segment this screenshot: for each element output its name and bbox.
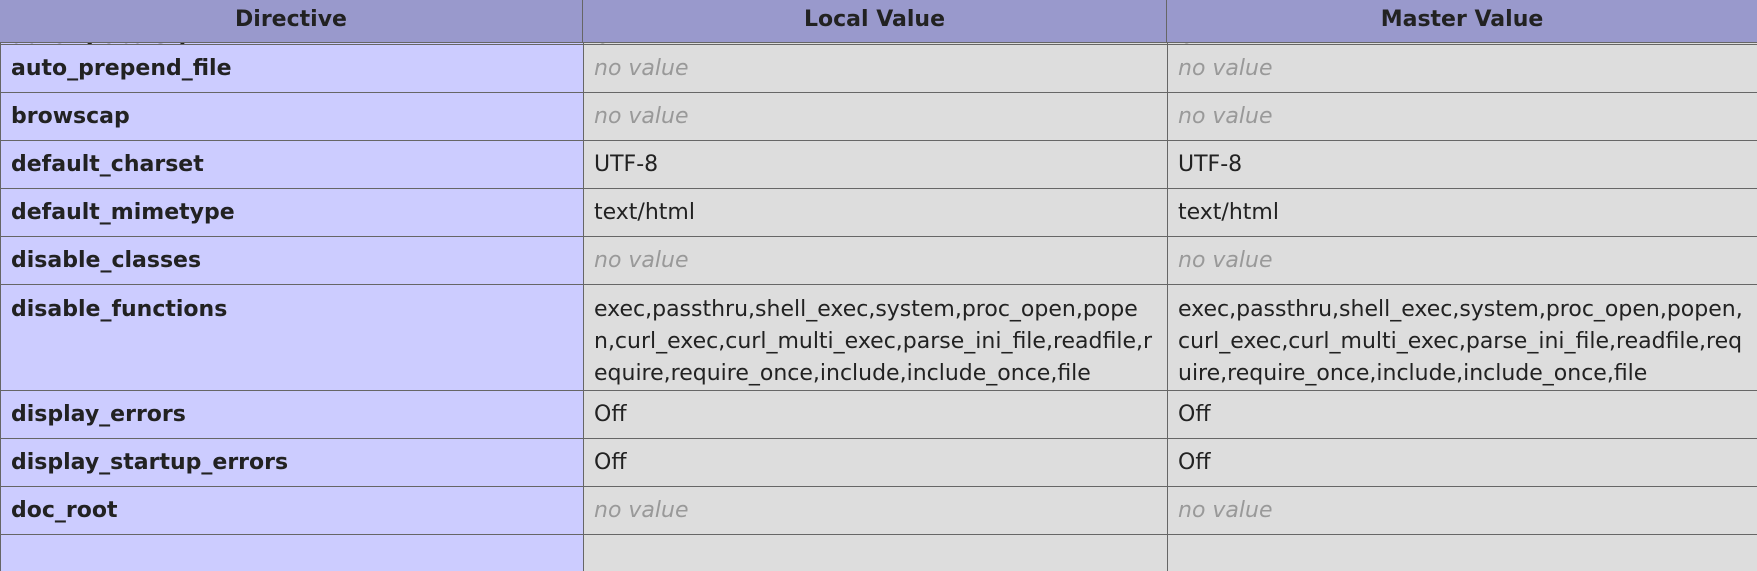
- directive-name: auto_prepend_file: [0, 44, 584, 93]
- local-value: Off: [583, 390, 1168, 439]
- table-row: [0, 534, 1757, 571]
- header-local-value: Local Value: [583, 0, 1167, 42]
- local-value: Off: [583, 438, 1168, 487]
- master-value: no value: [1167, 236, 1757, 285]
- table-row: browscap no value no value: [0, 92, 1757, 141]
- directive-name: display_errors: [0, 390, 584, 439]
- local-value: text/html: [583, 188, 1168, 237]
- table-row: disable_classes no value no value: [0, 236, 1757, 285]
- master-value: Off: [1167, 390, 1757, 439]
- table-row: default_mimetype text/html text/html: [0, 188, 1757, 237]
- master-value: no value: [1167, 486, 1757, 535]
- directive-name: disable_classes: [0, 236, 584, 285]
- directive-name: default_charset: [0, 140, 584, 189]
- master-value: [1167, 534, 1757, 571]
- directive-name: [0, 534, 584, 571]
- master-value: exec,passthru,shell_exec,system,proc_ope…: [1167, 284, 1757, 391]
- local-value: [583, 534, 1168, 571]
- table-row: display_errors Off Off: [0, 390, 1757, 439]
- header-master-value: Master Value: [1380, 7, 1544, 32]
- local-value: no value: [583, 236, 1168, 285]
- master-value: UTF-8: [1167, 140, 1757, 189]
- local-value: UTF-8: [583, 140, 1168, 189]
- php-info-viewport[interactable]: Directive Local Value Master Value auto_…: [0, 0, 1757, 571]
- local-value: exec,passthru,shell_exec,system,proc_ope…: [583, 284, 1168, 391]
- table-header: Directive Local Value Master Value: [0, 0, 1757, 43]
- master-value: text/html: [1167, 188, 1757, 237]
- directive-name: default_mimetype: [0, 188, 584, 237]
- directive-name: display_startup_errors: [0, 438, 584, 487]
- table-row: doc_root no value no value: [0, 486, 1757, 535]
- header-directive: Directive: [0, 0, 583, 42]
- directive-name: disable_functions: [0, 284, 584, 391]
- master-value: no value: [1167, 44, 1757, 93]
- directive-name: browscap: [0, 92, 584, 141]
- local-value: no value: [583, 92, 1168, 141]
- table-row: default_charset UTF-8 UTF-8: [0, 140, 1757, 189]
- local-value: no value: [583, 486, 1168, 535]
- master-value: no value: [1167, 92, 1757, 141]
- table-row: disable_functions exec,passthru,shell_ex…: [0, 284, 1757, 391]
- local-value: no value: [583, 44, 1168, 93]
- table-row: display_startup_errors Off Off: [0, 438, 1757, 487]
- table-row: auto_prepend_file no value no value: [0, 44, 1757, 93]
- master-value: Off: [1167, 438, 1757, 487]
- directive-name: doc_root: [0, 486, 584, 535]
- ini-directives-table: auto_globals_jit On On auto_prepend_file…: [0, 0, 1757, 571]
